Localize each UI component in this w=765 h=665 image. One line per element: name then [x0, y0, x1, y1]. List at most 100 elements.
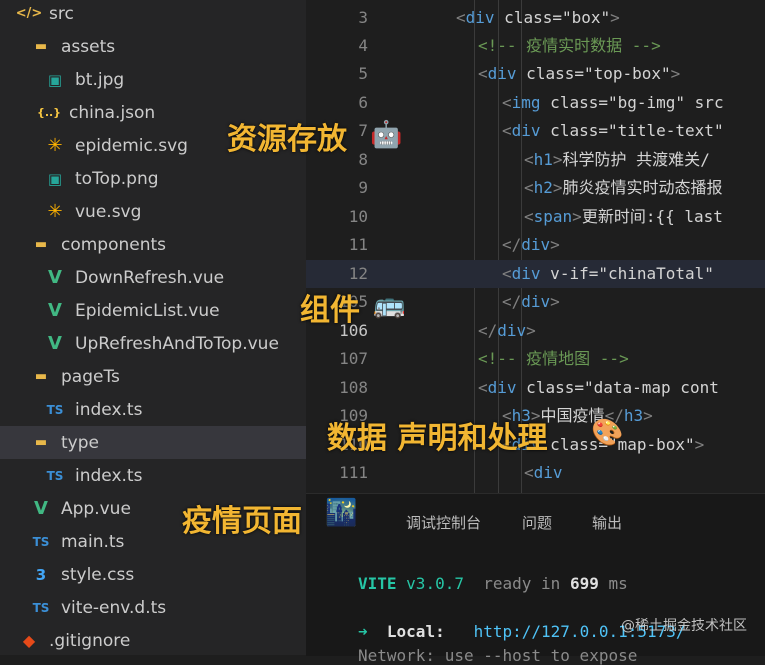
line-number: 5 — [358, 64, 368, 83]
explorer-item[interactable]: ▬ pageTs — [0, 360, 306, 393]
explorer-item-label: index.ts — [75, 399, 143, 420]
explorer-item-label: main.ts — [61, 531, 125, 552]
line-number: 107 — [339, 349, 368, 368]
terminal-night-icon: 🌃 — [325, 498, 358, 528]
annotation-assets: 资源存放 — [227, 122, 347, 157]
folder-icon: ▬ — [34, 369, 48, 384]
code-text: <span>更新时间:{{ last — [524, 207, 723, 226]
annotation-app: 疫情页面 — [182, 504, 302, 539]
robot-icon: 🤖 — [370, 120, 403, 150]
ready-ms: 699 — [569, 574, 599, 593]
line-number: 3 — [358, 8, 368, 27]
line-number: 11 — [348, 235, 368, 254]
explorer-item[interactable]: ▬ assets — [0, 30, 306, 63]
code-line[interactable]: 6 <img class="bg-img" src — [306, 89, 765, 117]
typescript-icon: TS — [32, 534, 50, 549]
folder-components-icon: ▬ — [34, 237, 48, 252]
explorer-item-label: vite-env.d.ts — [61, 597, 167, 618]
line-number: 6 — [358, 93, 368, 112]
explorer-item[interactable]: ✳ vue.svg — [0, 195, 306, 228]
explorer-item-label: vue.svg — [75, 201, 142, 222]
code-line[interactable]: 106 </div> — [306, 317, 765, 345]
explorer-item-label: DownRefresh.vue — [75, 267, 225, 288]
code-text: <div class="data-map cont — [478, 378, 719, 397]
code-text: <div — [524, 463, 563, 482]
explorer-item-label: epidemic.svg — [75, 135, 188, 156]
ready-unit: ms — [608, 574, 628, 593]
vue-file-icon: V — [34, 498, 48, 519]
ready-text: ready in — [483, 574, 561, 593]
explorer-item[interactable]: ▣ bt.jpg — [0, 63, 306, 96]
annotation-components: 组件 — [300, 293, 360, 328]
explorer-item[interactable]: ◆ .gitignore — [0, 624, 306, 655]
explorer-item[interactable]: 3 style.css — [0, 558, 306, 591]
code-text: <div class="box"> — [456, 8, 620, 27]
explorer-item[interactable]: TS index.ts — [0, 459, 306, 492]
git-icon: ◆ — [22, 631, 36, 650]
explorer-item-label: toTop.png — [75, 168, 159, 189]
code-line[interactable]: 11 </div> — [306, 231, 765, 259]
code-text: <div v-if="chinaTotal" — [502, 264, 714, 283]
code-line[interactable]: 4 <!-- 疫情实时数据 --> — [306, 32, 765, 60]
explorer-item-label: .gitignore — [49, 630, 131, 651]
typescript-icon: TS — [46, 402, 64, 417]
watermark: @稀土掘金技术社区 — [621, 618, 747, 634]
terminal-network-line: Network: use --host to expose — [358, 646, 638, 665]
code-text: <h2>肺炎疫情实时动态播报 — [524, 178, 723, 197]
code-line[interactable]: 108 <div class="data-map cont — [306, 374, 765, 402]
explorer-item-label: index.ts — [75, 465, 143, 486]
code-line[interactable]: 10 <span>更新时间:{{ last — [306, 203, 765, 231]
svg-icon: ✳ — [47, 135, 63, 156]
file-explorer: </> src ▬ assets ▣ bt.jpg {..} china.json ✳ epide… — [0, 0, 306, 655]
folder-source-icon: </> — [15, 6, 43, 21]
explorer-item-label: china.json — [69, 102, 156, 123]
line-number: 12 — [348, 264, 368, 283]
code-line[interactable]: 12 <div v-if="chinaTotal" — [306, 260, 765, 288]
local-label: Local: — [386, 622, 445, 641]
image-icon: ▣ — [47, 70, 63, 89]
explorer-item[interactable]: ▬ type — [0, 426, 306, 459]
arrow-right-icon: ➜ — [358, 622, 368, 641]
bus-icon: 🚌 — [373, 290, 406, 320]
explorer-item-label: components — [61, 234, 167, 255]
explorer-item-label: src — [49, 3, 74, 24]
tab-problems[interactable]: 问题 — [522, 512, 552, 533]
css-icon: 3 — [35, 565, 47, 584]
explorer-item-label: App.vue — [61, 498, 131, 519]
svg-icon: ✳ — [47, 201, 63, 222]
folder-icon: ▬ — [34, 435, 48, 450]
code-line[interactable]: 9 <h2>肺炎疫情实时动态播报 — [306, 174, 765, 202]
code-text: <!-- 疫情地图 --> — [478, 349, 629, 368]
explorer-item[interactable]: V EpidemicList.vue — [0, 294, 306, 327]
line-number: 111 — [339, 463, 368, 482]
code-text: </div> — [502, 292, 560, 311]
code-line[interactable]: 107 <!-- 疫情地图 --> — [306, 345, 765, 373]
code-text: <h1>科学防护 共渡难关/ — [524, 150, 710, 169]
vite-version: v3.0.7 — [406, 574, 464, 593]
explorer-item-label: type — [61, 432, 99, 453]
folder-icon: ▬ — [34, 39, 48, 54]
explorer-item[interactable]: V DownRefresh.vue — [0, 261, 306, 294]
vue-file-icon: V — [48, 267, 62, 288]
code-line[interactable]: 3 <div class="box"> — [306, 4, 765, 32]
code-line[interactable]: 5 <div class="top-box"> — [306, 60, 765, 88]
explorer-item-label: UpRefreshAndToTop.vue — [75, 333, 279, 354]
explorer-item[interactable]: ▣ toTop.png — [0, 162, 306, 195]
line-number: 4 — [358, 36, 368, 55]
code-line[interactable]: 8 <h1>科学防护 共渡难关/ — [306, 146, 765, 174]
code-text: <img class="bg-img" src — [502, 93, 724, 112]
code-text: </div> — [478, 321, 536, 340]
code-line[interactable]: 111 <div — [306, 459, 765, 487]
explorer-item[interactable]: V UpRefreshAndToTop.vue — [0, 327, 306, 360]
typescript-icon: TS — [46, 468, 64, 483]
terminal-vite-line: VITE v3.0.7 ready in 699 ms — [358, 574, 628, 593]
explorer-item[interactable]: TS index.ts — [0, 393, 306, 426]
image-icon: ▣ — [47, 169, 63, 188]
explorer-item[interactable]: ▬ components — [0, 228, 306, 261]
explorer-item[interactable]: TS vite-env.d.ts — [0, 591, 306, 624]
explorer-item-label: style.css — [61, 564, 135, 585]
explorer-item[interactable]: </> src — [0, 0, 306, 30]
tab-output[interactable]: 输出 — [592, 512, 622, 533]
tab-debug-console[interactable]: 调试控制台 — [406, 512, 481, 533]
vite-name: VITE — [358, 574, 397, 593]
